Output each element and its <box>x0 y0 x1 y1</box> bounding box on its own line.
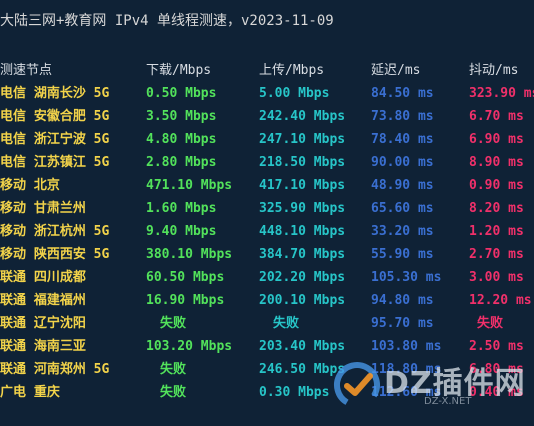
row-download: 失败 <box>160 316 187 331</box>
row-node: 移动 甘肃兰州 <box>0 201 86 216</box>
row-upload: 218.50 Mbps <box>259 155 346 170</box>
row-latency: 118.80 ms <box>371 362 442 377</box>
row-upload: 417.10 Mbps <box>259 178 346 193</box>
row-jitter: 3.00 ms <box>469 270 524 285</box>
row-upload: 失败 <box>273 316 300 331</box>
row-node: 电信 安徽合肥 5G <box>0 109 110 124</box>
row-upload: 242.40 Mbps <box>259 109 346 124</box>
row-latency: 73.80 ms <box>371 109 434 124</box>
row-node: 广电 重庆 <box>0 385 60 400</box>
row-node: 电信 湖南长沙 5G <box>0 86 110 101</box>
row-latency: 112.60 ms <box>371 385 442 400</box>
table-row: 移动 浙江杭州 5G 9.40 Mbps 448.10 Mbps 33.20 m… <box>0 221 534 243</box>
row-upload: 202.20 Mbps <box>259 270 346 285</box>
row-node: 联通 四川成都 <box>0 270 86 285</box>
row-upload: 0.30 Mbps <box>259 385 330 400</box>
row-latency: 48.90 ms <box>371 178 434 193</box>
row-jitter: 8.20 ms <box>469 201 524 216</box>
table-row: 广电 重庆 失败 0.30 Mbps 112.60 ms 0.40 ms <box>0 382 534 404</box>
table-row: 电信 安徽合肥 5G 3.50 Mbps 242.40 Mbps 73.80 m… <box>0 106 534 128</box>
row-latency: 84.50 ms <box>371 86 434 101</box>
table-row: 电信 浙江宁波 5G 4.80 Mbps 247.10 Mbps 78.40 m… <box>0 129 534 151</box>
table-row: 联通 海南三亚 103.20 Mbps 203.40 Mbps 103.80 m… <box>0 336 534 358</box>
row-jitter: 12.20 ms <box>469 293 532 308</box>
row-node: 电信 江苏镇江 5G <box>0 155 110 170</box>
terminal-window: 大陆三网+教育网 IPv4 单线程测速，v2023-11-09 测速节点 下载/… <box>0 0 534 426</box>
row-jitter: 323.90 ms <box>469 86 534 101</box>
row-node: 联通 海南三亚 <box>0 339 86 354</box>
header-latency: 延迟/ms <box>371 63 421 78</box>
row-jitter: 6.70 ms <box>469 109 524 124</box>
row-upload: 325.90 Mbps <box>259 201 346 216</box>
table-row: 电信 湖南长沙 5G 0.50 Mbps 5.00 Mbps 84.50 ms … <box>0 83 534 105</box>
row-node: 联通 辽宁沈阳 <box>0 316 86 331</box>
table-row: 联通 四川成都 60.50 Mbps 202.20 Mbps 105.30 ms… <box>0 267 534 289</box>
table-row: 移动 陕西西安 5G 380.10 Mbps 384.70 Mbps 55.90… <box>0 244 534 266</box>
row-download: 1.60 Mbps <box>146 201 217 216</box>
row-jitter: 0.90 ms <box>469 178 524 193</box>
table-row: 联通 辽宁沈阳 失败 失败 95.70 ms 失败 <box>0 313 534 335</box>
row-latency: 78.40 ms <box>371 132 434 147</box>
row-latency: 95.70 ms <box>371 316 434 331</box>
row-download: 9.40 Mbps <box>146 224 217 239</box>
row-latency: 55.90 ms <box>371 247 434 262</box>
row-upload: 246.50 Mbps <box>259 362 346 377</box>
row-upload: 384.70 Mbps <box>259 247 346 262</box>
row-download: 103.20 Mbps <box>146 339 233 354</box>
row-download: 60.50 Mbps <box>146 270 225 285</box>
row-node: 移动 北京 <box>0 178 60 193</box>
row-download: 471.10 Mbps <box>146 178 233 193</box>
row-jitter: 8.90 ms <box>469 155 524 170</box>
row-download: 2.80 Mbps <box>146 155 217 170</box>
row-latency: 94.80 ms <box>371 293 434 308</box>
header-upload: 上传/Mbps <box>259 63 325 78</box>
row-download: 0.50 Mbps <box>146 86 217 101</box>
row-jitter: 2.50 ms <box>469 339 524 354</box>
row-upload: 247.10 Mbps <box>259 132 346 147</box>
row-jitter: 0.40 ms <box>469 385 524 400</box>
row-download: 16.90 Mbps <box>146 293 225 308</box>
row-upload: 5.00 Mbps <box>259 86 330 101</box>
row-latency: 65.60 ms <box>371 201 434 216</box>
header-jitter: 抖动/ms <box>469 63 519 78</box>
row-node: 联通 河南郑州 5G <box>0 362 110 377</box>
header-node: 测速节点 <box>0 63 53 78</box>
row-node: 移动 陕西西安 5G <box>0 247 110 262</box>
row-latency: 105.30 ms <box>371 270 442 285</box>
row-download: 失败 <box>160 362 187 377</box>
row-upload: 448.10 Mbps <box>259 224 346 239</box>
table-row: 电信 江苏镇江 5G 2.80 Mbps 218.50 Mbps 90.00 m… <box>0 152 534 174</box>
row-jitter: 失败 <box>477 316 504 331</box>
row-latency: 103.80 ms <box>371 339 442 354</box>
row-latency: 33.20 ms <box>371 224 434 239</box>
row-node: 联通 福建福州 <box>0 293 86 308</box>
page-title: 大陆三网+教育网 IPv4 单线程测速，v2023-11-09 <box>0 13 334 29</box>
row-jitter: 1.20 ms <box>469 224 524 239</box>
row-node: 电信 浙江宁波 5G <box>0 132 110 147</box>
row-upload: 203.40 Mbps <box>259 339 346 354</box>
header-download: 下载/Mbps <box>146 63 212 78</box>
table-row: 移动 北京 471.10 Mbps 417.10 Mbps 48.90 ms 0… <box>0 175 534 197</box>
row-jitter: 6.80 ms <box>469 362 524 377</box>
row-jitter: 2.70 ms <box>469 247 524 262</box>
row-download: 失败 <box>160 385 187 400</box>
row-latency: 90.00 ms <box>371 155 434 170</box>
table-row: 联通 福建福州 16.90 Mbps 200.10 Mbps 94.80 ms … <box>0 290 534 312</box>
row-download: 4.80 Mbps <box>146 132 217 147</box>
table-row: 联通 河南郑州 5G 失败 246.50 Mbps 118.80 ms 6.80… <box>0 359 534 381</box>
row-node: 移动 浙江杭州 5G <box>0 224 110 239</box>
table-row: 移动 甘肃兰州 1.60 Mbps 325.90 Mbps 65.60 ms 8… <box>0 198 534 220</box>
row-jitter: 6.90 ms <box>469 132 524 147</box>
row-download: 3.50 Mbps <box>146 109 217 124</box>
row-download: 380.10 Mbps <box>146 247 233 262</box>
row-upload: 200.10 Mbps <box>259 293 346 308</box>
table-header: 测速节点 下载/Mbps 上传/Mbps 延迟/ms 抖动/ms <box>0 60 534 82</box>
